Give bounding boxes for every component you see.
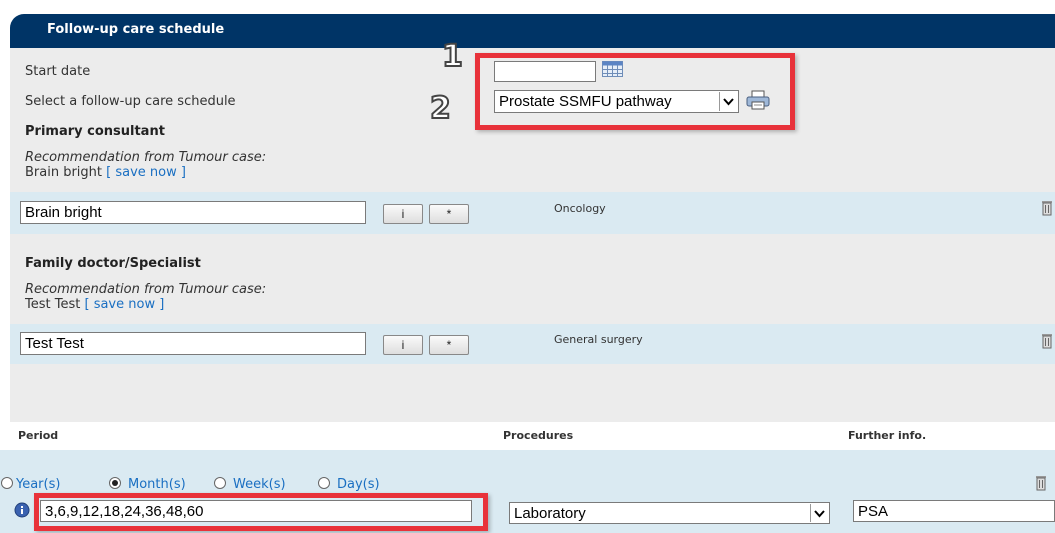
- radio-years-label[interactable]: Year(s): [16, 477, 60, 492]
- primary-recommendation-label: Recommendation from Tumour case:: [25, 150, 267, 165]
- radio-months-label[interactable]: Month(s): [128, 477, 186, 492]
- column-further-info: Further info.: [848, 429, 927, 442]
- section-title: Follow-up care schedule: [47, 22, 225, 37]
- callout-highlight-period: [34, 493, 488, 531]
- radio-days-label[interactable]: Day(s): [337, 477, 380, 492]
- delete-period-icon[interactable]: [1034, 475, 1048, 491]
- family-doctor-heading: Family doctor/Specialist: [25, 256, 201, 271]
- schedule-select-label: Select a follow-up care schedule: [25, 94, 236, 109]
- callout-number-1: 1: [441, 39, 464, 74]
- primary-specialty: Oncology: [554, 202, 606, 215]
- chevron-down-icon: [810, 504, 828, 522]
- family-doctor-input[interactable]: Test Test: [20, 332, 366, 355]
- start-date-label: Start date: [25, 64, 91, 79]
- family-info-button[interactable]: i: [383, 335, 423, 355]
- radio-years[interactable]: [1, 477, 13, 489]
- spacer-panel: [10, 364, 1055, 422]
- primary-recommendation-name: Brain bright: [25, 165, 103, 180]
- radio-weeks[interactable]: [214, 477, 226, 489]
- family-specialty: General surgery: [554, 333, 643, 346]
- column-procedures: Procedures: [503, 429, 574, 442]
- procedure-select-value: Laboratory: [514, 505, 586, 522]
- family-recommendation-label: Recommendation from Tumour case:: [25, 282, 267, 297]
- delete-family-icon[interactable]: [1040, 333, 1054, 349]
- info-icon[interactable]: [14, 502, 30, 518]
- primary-save-now-link[interactable]: [ save now ]: [106, 165, 186, 180]
- callout-number-2: 2: [429, 91, 452, 126]
- family-save-now-link[interactable]: [ save now ]: [84, 297, 164, 312]
- family-recommendation-name: Test Test: [25, 297, 81, 312]
- further-info-input[interactable]: PSA: [853, 500, 1055, 522]
- family-doctor-panel: [10, 234, 1055, 324]
- radio-days[interactable]: [318, 477, 330, 489]
- primary-star-button[interactable]: *: [429, 204, 469, 224]
- callout-highlight-schedule: [475, 53, 795, 130]
- radio-weeks-label[interactable]: Week(s): [233, 477, 286, 492]
- column-period: Period: [18, 429, 59, 442]
- procedure-select[interactable]: Laboratory: [509, 502, 830, 524]
- radio-months[interactable]: [109, 477, 121, 489]
- primary-consultant-heading: Primary consultant: [25, 124, 165, 139]
- family-star-button[interactable]: *: [429, 335, 469, 355]
- delete-primary-icon[interactable]: [1040, 200, 1054, 216]
- period-unit-radio-group: Year(s) Month(s) Week(s) Day(s): [0, 477, 400, 493]
- primary-info-button[interactable]: i: [383, 204, 423, 224]
- primary-consultant-input[interactable]: Brain bright: [20, 201, 366, 224]
